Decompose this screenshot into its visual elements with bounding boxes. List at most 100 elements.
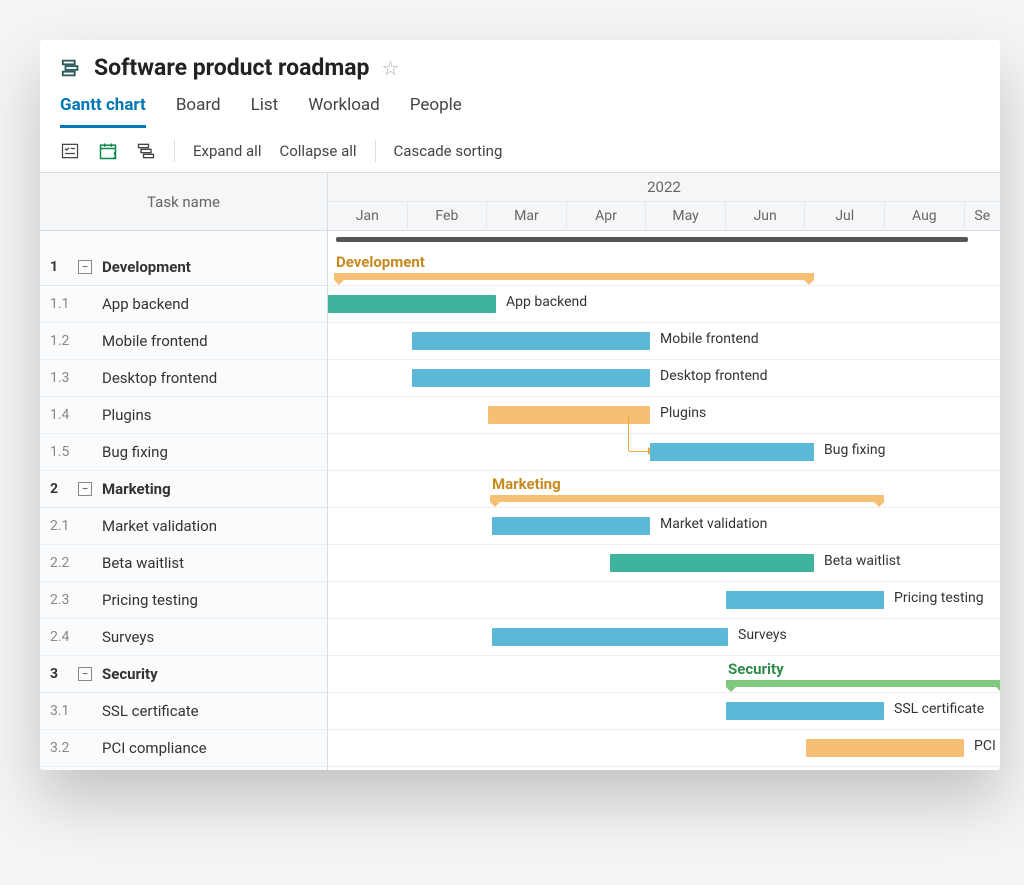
timeline-year: 2022 [328, 173, 1000, 202]
gantt-bar-row: SSL certificate [328, 693, 1000, 730]
month-col[interactable]: Apr [566, 202, 646, 231]
gantt-panel: 2022 Jan Feb Mar Apr May Jun Jul Aug Se [328, 173, 1000, 770]
group-label: Development [336, 253, 425, 271]
gantt-bar-label: Mobile frontend [660, 331, 759, 347]
gantt-bar-label: App backend [506, 294, 587, 310]
task-row-group[interactable]: 1 − Development [40, 249, 327, 286]
cascade-sorting-button[interactable]: Cascade sorting [394, 142, 503, 160]
task-row[interactable]: 1.5 Bug fixing [40, 434, 327, 471]
row-index: 1.4 [50, 407, 78, 423]
task-name: PCI compliance [102, 739, 207, 757]
gantt-bar-row: Plugins [328, 397, 1000, 434]
month-col[interactable]: May [645, 202, 725, 231]
gantt-bar[interactable] [412, 332, 650, 350]
row-index: 2 [50, 481, 78, 497]
collapse-icon[interactable]: − [78, 260, 92, 274]
gantt-bar[interactable] [488, 406, 650, 424]
project-icon [60, 57, 82, 79]
group-label: Marketing [492, 475, 561, 493]
timeline-months: Jan Feb Mar Apr May Jun Jul Aug Se [328, 202, 1000, 231]
group-bar[interactable] [334, 273, 814, 280]
star-icon[interactable]: ☆ [382, 56, 400, 80]
gantt-bar-row: Surveys [328, 619, 1000, 656]
row-index: 1.5 [50, 444, 78, 460]
month-col[interactable]: Jul [804, 202, 884, 231]
task-row[interactable]: 2.1Market validation [40, 508, 327, 545]
gantt-bar-label: Market validation [660, 516, 767, 532]
gantt-bar-row: PCI [328, 730, 1000, 767]
spacer-row [40, 231, 327, 249]
task-row-group[interactable]: 2 − Marketing [40, 471, 327, 508]
tab-board[interactable]: Board [176, 89, 221, 128]
month-col[interactable]: Mar [486, 202, 566, 231]
gantt-bar-row: App backend [328, 286, 1000, 323]
task-row[interactable]: 2.3 Pricing testing [40, 582, 327, 619]
month-col[interactable]: Jun [725, 202, 805, 231]
app-window: Software product roadmap ☆ Gantt chart B… [40, 40, 1000, 770]
task-row[interactable]: 2.2Beta waitlist [40, 545, 327, 582]
task-row[interactable]: 1.4 Plugins [40, 397, 327, 434]
tab-list[interactable]: List [251, 89, 279, 128]
task-name: Plugins [102, 406, 151, 424]
gantt-bar[interactable] [492, 517, 650, 535]
row-index: 2.4 [50, 629, 78, 645]
gantt-bar-row: Mobile frontend [328, 323, 1000, 360]
checklist-icon[interactable] [60, 141, 80, 161]
task-name: Development [102, 258, 191, 276]
task-name: Pricing testing [102, 591, 198, 609]
task-name: SSL certificate [102, 702, 199, 720]
task-name: Market validation [102, 517, 217, 535]
gantt-bar[interactable] [610, 554, 814, 572]
task-row[interactable]: 3.1SSL certificate [40, 693, 327, 730]
gantt-group-row: Marketing [328, 471, 1000, 508]
gantt-group-row: Development [328, 249, 1000, 286]
month-col[interactable]: Aug [884, 202, 964, 231]
row-index: 1 [50, 259, 78, 275]
month-col[interactable]: Se [964, 202, 1000, 231]
gantt-bar-label: Beta waitlist [824, 553, 901, 569]
collapse-icon[interactable]: − [78, 482, 92, 496]
spacer-row [328, 231, 1000, 249]
overview-bar [336, 237, 968, 242]
row-index: 2.3 [50, 592, 78, 608]
month-col[interactable]: Jan [328, 202, 407, 231]
calendar-alert-icon[interactable] [98, 141, 118, 161]
gantt-bar[interactable] [412, 369, 650, 387]
task-row-group[interactable]: 3 − Security [40, 656, 327, 693]
toolbar-separator [174, 140, 175, 162]
gantt-bar[interactable] [726, 702, 884, 720]
task-name: Mobile frontend [102, 332, 208, 350]
month-col[interactable]: Feb [407, 202, 487, 231]
gantt-bar-label: Desktop frontend [660, 368, 768, 384]
row-index: 3.2 [50, 740, 78, 756]
task-name: Bug fixing [102, 443, 168, 461]
tab-gantt[interactable]: Gantt chart [60, 89, 146, 128]
collapse-icon[interactable]: − [78, 667, 92, 681]
tab-people[interactable]: People [410, 89, 462, 128]
layers-icon[interactable] [136, 141, 156, 161]
task-row[interactable]: 1.3Desktop frontend [40, 360, 327, 397]
gantt-bar[interactable] [806, 739, 964, 757]
gantt-bar-label: SSL certificate [894, 701, 984, 717]
gantt-bar[interactable] [492, 628, 728, 646]
task-row[interactable]: 1.2 Mobile frontend [40, 323, 327, 360]
collapse-all-button[interactable]: Collapse all [279, 142, 356, 160]
task-row[interactable]: 1.1App backend [40, 286, 327, 323]
expand-all-button[interactable]: Expand all [193, 142, 261, 160]
group-bar[interactable] [726, 680, 1000, 687]
task-name: Surveys [102, 628, 154, 646]
gantt-bar[interactable] [328, 295, 496, 313]
gantt-bar[interactable] [726, 591, 884, 609]
task-row[interactable]: 3.2 PCI compliance [40, 730, 327, 767]
gantt-bar-row: Pricing testing [328, 582, 1000, 619]
task-name: Marketing [102, 480, 171, 498]
gantt-bar-row: Bug fixing [328, 434, 1000, 471]
group-bar[interactable] [490, 495, 884, 502]
gantt-bar[interactable] [650, 443, 814, 461]
task-name: Security [102, 665, 158, 683]
tab-workload[interactable]: Workload [308, 89, 380, 128]
toolbar-separator [375, 140, 376, 162]
row-index: 1.2 [50, 333, 78, 349]
task-row[interactable]: 2.4 Surveys [40, 619, 327, 656]
task-list-panel: Task name 1 − Development 1.1App backend… [40, 173, 328, 770]
